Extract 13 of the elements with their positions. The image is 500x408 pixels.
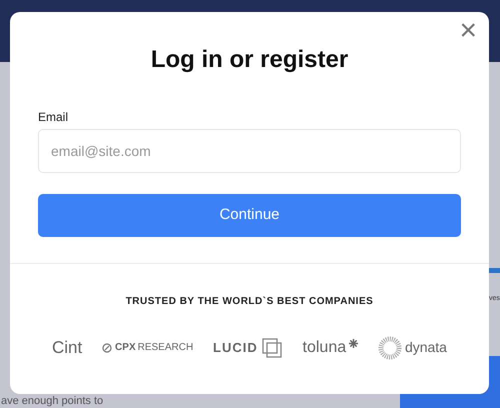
- company-logo: toluna: [302, 336, 358, 360]
- company-logo: dynata: [378, 336, 447, 360]
- company-logo: LUCID: [213, 338, 283, 358]
- company-logo: CPX RESEARCH: [102, 340, 194, 356]
- accent-bar: [489, 268, 500, 273]
- dialog-title: Log in or register: [150, 45, 350, 75]
- body-text-fragment: ave enough points to: [1, 395, 104, 407]
- email-field[interactable]: email@site.com: [38, 129, 461, 173]
- email-label: Email: [38, 109, 70, 126]
- close-button[interactable]: ×: [459, 16, 477, 46]
- continue-button[interactable]: Continue: [38, 194, 461, 237]
- company-logo: Cint: [52, 337, 82, 359]
- trusted-heading: TRUSTED BY THE WORLD`S BEST COMPANIES: [124, 295, 374, 309]
